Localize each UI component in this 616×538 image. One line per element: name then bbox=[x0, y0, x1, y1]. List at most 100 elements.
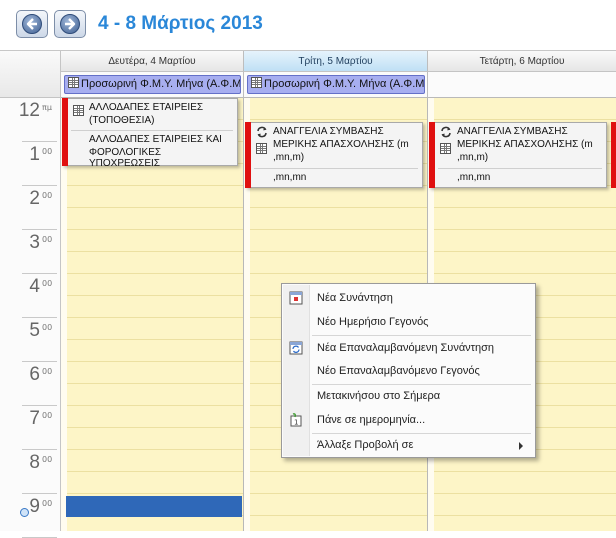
allday-cell-monday[interactable]: Προσωρινή Φ.Μ.Υ. Μήνα (Α.Φ.Μ bbox=[61, 72, 244, 98]
menu-item-new-recurring-appointment[interactable]: Νέα Επαναλαμβανόμενη Συνάντηση bbox=[284, 337, 533, 359]
event-description: ,mn,mn bbox=[273, 172, 307, 183]
corner-cell bbox=[0, 51, 60, 98]
scroll-indicator-icon[interactable] bbox=[20, 508, 29, 517]
allday-event[interactable]: Προσωρινή Φ.Μ.Υ. Μήνα (Α.Φ.Μ bbox=[64, 75, 241, 94]
allday-cell-wednesday[interactable] bbox=[428, 72, 616, 98]
menu-separator bbox=[312, 335, 531, 336]
hour-number: 1 bbox=[29, 144, 40, 165]
hour-number: 12 bbox=[18, 100, 40, 121]
day-header-tuesday[interactable]: Τρίτη, 5 Μαρτίου bbox=[244, 51, 428, 72]
event-title-cont: ΜΕΡΙΚΗΣ ΑΠΑΣΧΟΛΗΣΗΣ (m bbox=[457, 139, 593, 150]
allday-cell-tuesday[interactable]: Προσωρινή Φ.Μ.Υ. Μήνα (Α.Φ.Μ bbox=[244, 72, 428, 98]
new-appointment-icon bbox=[289, 291, 303, 305]
hour-suffix: 00 bbox=[42, 235, 53, 244]
menu-item-label: Νέα Επαναλαμβανόμενη Συνάντηση bbox=[317, 342, 495, 354]
hour-label: 3 00 bbox=[0, 230, 60, 274]
menu-item-change-view[interactable]: Άλλαξε Προβολή σε bbox=[284, 434, 533, 456]
hour-suffix: 00 bbox=[42, 455, 53, 464]
event-status-bar bbox=[245, 122, 251, 188]
date-range-title: 4 - 8 Μάρτιος 2013 bbox=[98, 13, 263, 34]
appointment-icon bbox=[256, 143, 267, 154]
appointment-icon bbox=[440, 143, 451, 154]
hour-number: 2 bbox=[29, 188, 40, 209]
menu-item-new-daily-event[interactable]: Νέο Ημερήσιο Γεγονός bbox=[284, 311, 533, 333]
hour-suffix: 00 bbox=[42, 191, 53, 200]
hour-number: 4 bbox=[29, 276, 40, 297]
hour-number: 3 bbox=[29, 232, 40, 253]
menu-item-label: Άλλαξε Προβολή σε bbox=[317, 439, 414, 451]
event-divider bbox=[438, 168, 602, 169]
hour-label: 8 00 bbox=[0, 450, 60, 494]
allday-event[interactable]: Προσωρινή Φ.Μ.Υ. Μήνα (Α.Φ.Μ bbox=[247, 75, 425, 94]
allday-event-title: Προσωρινή Φ.Μ.Υ. Μήνα (Α.Φ.Μ bbox=[81, 78, 241, 90]
hour-label: 6 00 bbox=[0, 362, 60, 406]
event-tuesday[interactable]: ΑΝΑΓΓΕΛΙΑ ΣΥΜΒΑΣΗΣ ΜΕΡΙΚΗΣ ΑΠΑΣΧΟΛΗΣΗΣ (… bbox=[245, 122, 423, 188]
day-header-monday[interactable]: Δευτέρα, 4 Μαρτίου bbox=[61, 51, 244, 72]
selected-time-slot[interactable] bbox=[66, 496, 242, 517]
go-to-date-icon: 1 bbox=[289, 413, 303, 427]
event-description: ΑΛΛΟΔΑΠΕΣ ΕΤΑΙΡΕΙΕΣ ΚΑΙ bbox=[89, 134, 222, 145]
recurring-appointment-icon bbox=[289, 341, 303, 355]
event-divider bbox=[254, 168, 418, 169]
menu-item-label: Νέο Επαναλαμβανόμενο Γεγονός bbox=[317, 365, 480, 377]
event-monday[interactable]: ΑΛΛΟΔΑΠΕΣ ΕΤΑΙΡΕΙΕΣ (ΤΟΠΟΘΕΣΙΑ) ΑΛΛΟΔΑΠΕ… bbox=[62, 98, 238, 169]
previous-button[interactable] bbox=[16, 10, 48, 38]
menu-item-label: Πάνε σε ημερομηνία... bbox=[317, 414, 426, 426]
hour-label: 9 00 bbox=[0, 494, 60, 538]
event-title-cont: ΜΕΡΙΚΗΣ ΑΠΑΣΧΟΛΗΣΗΣ (m bbox=[273, 139, 409, 150]
appointment-icon bbox=[68, 77, 79, 88]
hour-suffix: 00 bbox=[42, 367, 53, 376]
event-status-bar bbox=[62, 98, 68, 166]
hour-label: 4 00 bbox=[0, 274, 60, 318]
menu-item-go-to-date[interactable]: 1 Πάνε σε ημερομηνία... bbox=[284, 409, 533, 431]
hour-label: 5 00 bbox=[0, 318, 60, 362]
event-wednesday[interactable]: ΑΝΑΓΓΕΛΙΑ ΣΥΜΒΑΣΗΣ ΜΕΡΙΚΗΣ ΑΠΑΣΧΟΛΗΣΗΣ (… bbox=[429, 122, 607, 188]
event-title: ΑΝΑΓΓΕΛΙΑ ΣΥΜΒΑΣΗΣ bbox=[273, 126, 384, 137]
allday-event-title: Προσωρινή Φ.Μ.Υ. Μήνα (Α.Φ.Μ bbox=[264, 78, 425, 90]
menu-item-go-today[interactable]: Μετακινήσου στο Σήμερα bbox=[284, 385, 533, 407]
hour-number: 5 bbox=[29, 320, 40, 341]
toolbar: 4 - 8 Μάρτιος 2013 bbox=[0, 0, 616, 50]
appointment-icon bbox=[73, 105, 84, 116]
time-gutter: 12 πμ 1 00 2 00 3 00 4 00 5 00 6 00 7 00 8 00 9 00 bbox=[0, 51, 61, 538]
hour-suffix: 00 bbox=[42, 499, 53, 508]
hour-number: 8 bbox=[29, 452, 40, 473]
event-title: ΑΛΛΟΔΑΠΕΣ ΕΤΑΙΡΕΙΕΣ bbox=[89, 102, 204, 113]
hour-number: 9 bbox=[29, 496, 40, 517]
hour-suffix: πμ bbox=[42, 103, 52, 112]
event-description: ,mn,mn bbox=[457, 172, 491, 183]
hour-suffix: 00 bbox=[42, 147, 53, 156]
menu-item-label: Μετακινήσου στο Σήμερα bbox=[317, 390, 441, 402]
arrow-left-icon bbox=[22, 14, 42, 34]
hour-suffix: 00 bbox=[42, 411, 53, 420]
arrow-right-icon bbox=[60, 14, 80, 34]
hour-label: 2 00 bbox=[0, 186, 60, 230]
menu-item-new-recurring-event[interactable]: Νέο Επαναλαμβανόμενο Γεγονός bbox=[284, 360, 533, 382]
event-title-cont: ,mn,m) bbox=[273, 152, 305, 163]
hour-label: 12 πμ bbox=[0, 98, 60, 142]
menu-item-label: Νέο Ημερήσιο Γεγονός bbox=[317, 316, 429, 328]
submenu-arrow-icon bbox=[519, 442, 523, 450]
day-header-wednesday[interactable]: Τετάρτη, 6 Μαρτίου bbox=[428, 51, 616, 72]
event-divider bbox=[71, 130, 233, 131]
event-title-cont: ,mn,m) bbox=[457, 152, 489, 163]
event-description-cont: ΦΟΡΟΛΟΓΙΚΕΣ ΥΠΟΧΡΕΩΣΕΙΣ bbox=[89, 147, 162, 169]
hour-number: 7 bbox=[29, 408, 40, 429]
next-button[interactable] bbox=[54, 10, 86, 38]
svg-text:1: 1 bbox=[294, 419, 298, 427]
recurring-icon bbox=[440, 126, 452, 138]
event-title: ΑΝΑΓΓΕΛΙΑ ΣΥΜΒΑΣΗΣ bbox=[457, 126, 568, 137]
event-thursday-edge[interactable] bbox=[611, 122, 616, 188]
appointment-icon bbox=[251, 77, 262, 88]
hour-label: 1 00 bbox=[0, 142, 60, 186]
event-status-bar bbox=[429, 122, 435, 188]
hour-suffix: 00 bbox=[42, 279, 53, 288]
menu-item-label: Νέα Συνάντηση bbox=[317, 292, 393, 304]
event-location: (ΤΟΠΟΘΕΣΙΑ) bbox=[89, 115, 155, 126]
hour-number: 6 bbox=[29, 364, 40, 385]
hour-label: 7 00 bbox=[0, 406, 60, 450]
menu-item-new-appointment[interactable]: Νέα Συνάντηση bbox=[284, 287, 533, 309]
recurring-icon bbox=[256, 126, 268, 138]
hour-suffix: 00 bbox=[42, 323, 53, 332]
context-menu: Νέα Συνάντηση Νέο Ημερήσιο Γεγονός Νέα Ε… bbox=[281, 283, 536, 458]
